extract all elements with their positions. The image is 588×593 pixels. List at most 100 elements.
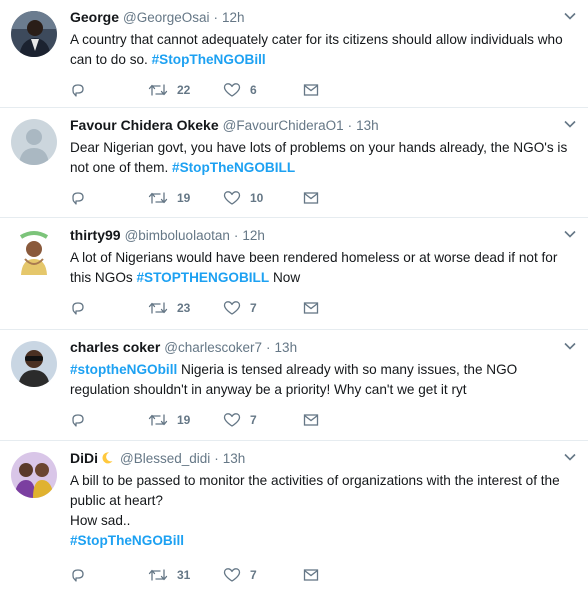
retweet-icon [148, 84, 168, 96]
tweet-header: charles coker @charlescoker7 · 13h [70, 338, 578, 356]
hashtag-link[interactable]: #STOPTHENGOBILL [136, 270, 269, 285]
retweet-button[interactable]: 22 [148, 82, 223, 98]
avatar[interactable] [11, 119, 57, 165]
tweet-text: A lot of Nigerians would have been rende… [70, 248, 578, 288]
retweet-button[interactable]: 19 [148, 190, 223, 206]
avatar[interactable] [11, 341, 57, 387]
envelope-icon [303, 302, 319, 314]
chevron-down-icon[interactable] [564, 230, 576, 238]
display-name[interactable]: thirty99 [70, 226, 121, 244]
retweet-count: 19 [177, 191, 191, 205]
user-photo-icon [11, 341, 57, 387]
timestamp[interactable]: 13h [356, 117, 379, 135]
tweet[interactable]: DiDi @Blessed_didi · 13h A bill to be pa… [0, 441, 588, 593]
user-handle[interactable]: @bimboluolaotan [125, 227, 230, 245]
timestamp[interactable]: 13h [223, 450, 246, 468]
hashtag-link[interactable]: #stoptheNGObill [70, 362, 177, 377]
hashtag-link[interactable]: #StopTheNGOBILL [172, 160, 295, 175]
reply-button[interactable] [70, 412, 148, 428]
reply-button[interactable] [70, 300, 148, 316]
chevron-down-icon[interactable] [564, 12, 576, 20]
retweet-button[interactable]: 19 [148, 412, 223, 428]
tweet-header: thirty99 @bimboluolaotan · 12h [70, 226, 578, 244]
envelope-icon [303, 569, 319, 581]
avatar[interactable] [11, 11, 57, 57]
reply-icon [72, 302, 84, 315]
direct-message-button[interactable] [303, 413, 319, 427]
reply-button[interactable] [70, 82, 148, 98]
hashtag-link[interactable]: #StopTheNGOBill [70, 531, 572, 551]
heart-icon [223, 413, 241, 427]
tweet-actions: 19 10 [70, 180, 578, 216]
tweet-actions: 23 7 [70, 290, 578, 326]
like-button[interactable]: 10 [223, 190, 303, 206]
retweet-count: 31 [177, 568, 191, 582]
tweet[interactable]: Favour Chidera Okeke @FavourChideraO1 · … [0, 108, 588, 218]
user-photo-icon [11, 229, 57, 275]
direct-message-button[interactable] [303, 301, 319, 315]
tweet-body-line2: How sad.. [70, 513, 131, 528]
tweet-header: DiDi @Blessed_didi · 13h [70, 449, 578, 467]
reply-icon [72, 84, 84, 97]
tweet[interactable]: George @GeorgeOsai · 12h A country that … [0, 0, 588, 108]
hashtag-link[interactable]: #StopTheNGOBill [152, 52, 266, 67]
retweet-button[interactable]: 31 [148, 567, 223, 583]
chevron-down-icon[interactable] [564, 453, 576, 461]
user-handle[interactable]: @GeorgeOsai [123, 9, 210, 27]
user-handle[interactable]: @Blessed_didi [120, 450, 210, 468]
display-name[interactable]: Favour Chidera Okeke [70, 116, 219, 134]
like-button[interactable]: 7 [223, 412, 303, 428]
user-photo-icon [11, 11, 57, 57]
display-name[interactable]: charles coker [70, 338, 160, 356]
like-count: 7 [250, 568, 257, 582]
timestamp[interactable]: 12h [222, 9, 245, 27]
retweet-button[interactable]: 23 [148, 300, 223, 316]
like-button[interactable]: 7 [223, 300, 303, 316]
reply-button[interactable] [70, 567, 148, 583]
tweet-actions: 19 7 [70, 402, 578, 438]
reply-icon [72, 569, 84, 582]
reply-icon [72, 414, 84, 427]
display-name[interactable]: George [70, 8, 119, 26]
envelope-icon [303, 192, 319, 204]
tweet[interactable]: thirty99 @bimboluolaotan · 12h A lot of … [0, 218, 588, 330]
retweet-count: 22 [177, 83, 191, 97]
tweet-actions: 22 6 [70, 72, 578, 108]
like-count: 6 [250, 83, 257, 97]
user-photo-icon [11, 452, 57, 498]
tweet-text: A country that cannot adequately cater f… [70, 30, 578, 70]
retweet-count: 19 [177, 413, 191, 427]
tweet-header: George @GeorgeOsai · 12h [70, 8, 578, 26]
tweet-text: #stoptheNGObill Nigeria is tensed alread… [70, 360, 578, 400]
heart-icon [223, 568, 241, 582]
direct-message-button[interactable] [303, 83, 319, 97]
crescent-moon-emoji-icon [102, 452, 113, 464]
tweet-actions: 31 7 [70, 557, 578, 593]
tweet-body: A country that cannot adequately cater f… [70, 32, 563, 67]
display-name[interactable]: DiDi [70, 449, 98, 467]
like-button[interactable]: 7 [223, 567, 303, 583]
separator-dot: · [266, 340, 271, 355]
retweet-icon [148, 414, 168, 426]
tweet-text: A bill to be passed to monitor the activ… [70, 471, 578, 551]
heart-icon [223, 83, 241, 97]
separator-dot: · [347, 118, 353, 133]
user-handle[interactable]: @charlescoker7 [164, 339, 262, 357]
direct-message-button[interactable] [303, 191, 319, 205]
tweet[interactable]: charles coker @charlescoker7 · 13h #stop… [0, 330, 588, 441]
timestamp[interactable]: 13h [275, 339, 298, 357]
tweet-body-end: Now [272, 270, 301, 285]
retweet-icon [148, 569, 168, 581]
heart-icon [223, 191, 241, 205]
reply-button[interactable] [70, 190, 148, 206]
user-handle[interactable]: @FavourChideraO1 [223, 117, 344, 135]
direct-message-button[interactable] [303, 568, 319, 582]
reply-icon [72, 192, 84, 205]
timestamp[interactable]: 12h [242, 227, 265, 245]
avatar[interactable] [11, 229, 57, 275]
retweet-icon [148, 192, 168, 204]
like-button[interactable]: 6 [223, 82, 303, 98]
chevron-down-icon[interactable] [564, 342, 576, 350]
avatar[interactable] [11, 452, 57, 498]
chevron-down-icon[interactable] [564, 120, 576, 128]
